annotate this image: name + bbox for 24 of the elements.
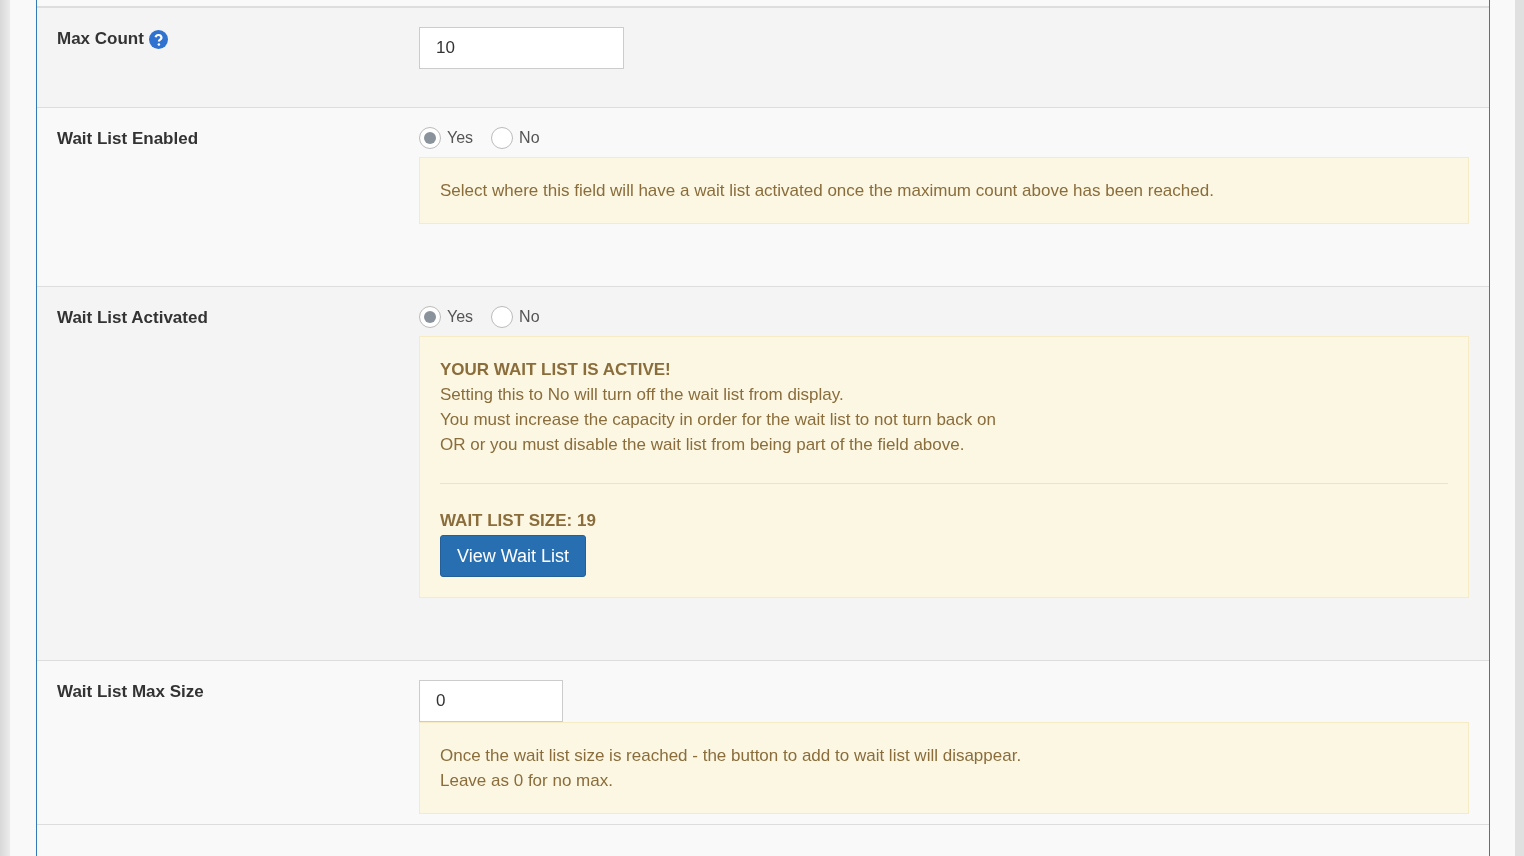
field-label: Wait List Max Size: [57, 681, 204, 703]
note-text: Once the wait list size is reached - the button to add to wait list will disappear.: [440, 745, 1023, 767]
help-icon[interactable]: [148, 29, 168, 49]
field-label: Wait List Enabled: [57, 128, 199, 150]
field-label: Max Count: [57, 28, 144, 50]
radio-option[interactable]: Yes: [419, 127, 474, 149]
radio-button[interactable]: [419, 306, 441, 328]
radio-button[interactable]: [491, 306, 514, 328]
field-label: Wait List Activated: [57, 307, 208, 329]
note-text: OR or you must disable the wait list from being part of the field above.: [440, 434, 966, 456]
note-heading: YOUR WAIT LIST IS ACTIVE!: [440, 359, 672, 381]
view-wait-list-button[interactable]: View Wait List: [440, 535, 587, 577]
radio-option[interactable]: Yes: [419, 306, 474, 328]
radio-button[interactable]: [491, 127, 514, 149]
radio-option[interactable]: No: [491, 306, 540, 328]
note-text: Setting this to No will turn off the wait list from display.: [440, 384, 845, 406]
note-text: Select where this field will have a wait list activated once the maximum count above has been reached.: [440, 180, 1215, 202]
radio-button[interactable]: [419, 127, 441, 149]
number-field[interactable]: 0: [419, 680, 563, 722]
note-text: You must increase the capacity in order for the wait list to not turn back on: [440, 409, 997, 431]
number-field[interactable]: 10: [419, 27, 624, 69]
radio-option[interactable]: No: [491, 127, 540, 149]
note-heading: WAIT LIST SIZE: 19: [440, 510, 597, 532]
note-text: Leave as 0 for no max.: [440, 770, 614, 792]
